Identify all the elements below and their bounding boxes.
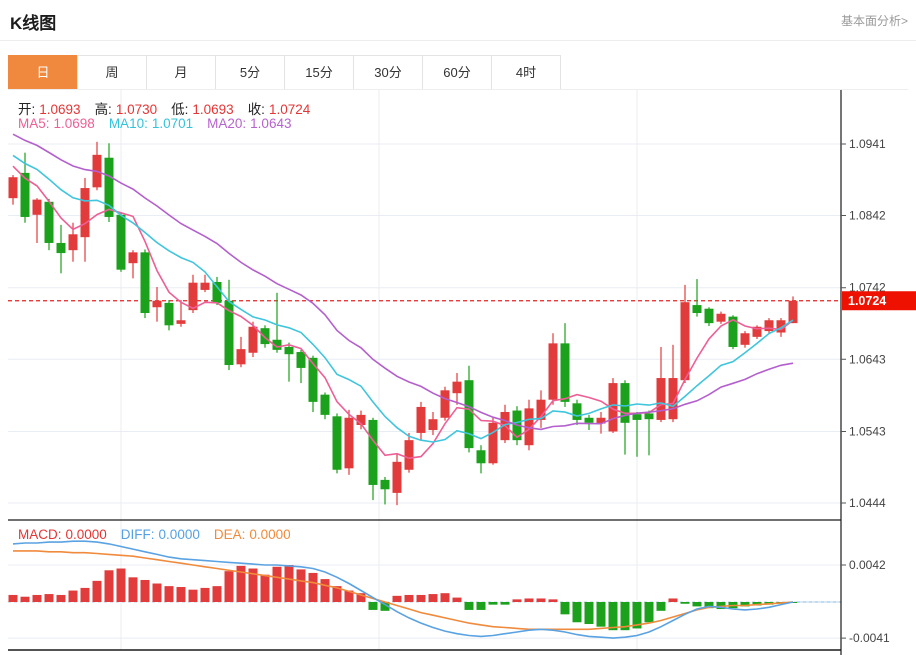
page-header: K线图 基本面分析> (0, 0, 916, 41)
macd-histogram (8, 565, 798, 631)
ma10-label: MA10: (108, 116, 148, 131)
diff-value: 0.0000 (158, 527, 200, 542)
dea-label: DEA: (213, 527, 246, 542)
high-value: 1.0730 (115, 102, 158, 117)
ma20-value: 1.0643 (250, 116, 292, 131)
diff-label: DIFF: (120, 527, 155, 542)
svg-text:-0.0041: -0.0041 (849, 631, 890, 645)
tab-0-timeframe[interactable]: 日 (8, 55, 78, 90)
low-value: 1.0693 (192, 102, 234, 117)
svg-text:0.0042: 0.0042 (849, 558, 886, 572)
price-axis-labels: 1.09411.08421.07421.06431.05431.0444 (841, 137, 886, 510)
ma5-label: MA5: (18, 116, 50, 131)
svg-text:1.0543: 1.0543 (849, 424, 886, 438)
candles (8, 141, 798, 506)
ma10-value: 1.0701 (151, 116, 194, 131)
macd-label: MACD: (18, 527, 62, 542)
ma-legend: MA5: 1.0698 MA10: 1.0701 MA20: 1.0643 (18, 116, 295, 131)
open-label: 开: (18, 102, 36, 117)
ma5-value: 1.0698 (53, 116, 95, 131)
svg-text:1.0941: 1.0941 (849, 137, 886, 151)
tab-4-timeframe[interactable]: 15分 (284, 55, 354, 90)
fundamental-analysis-link[interactable]: 基本面分析> (841, 12, 908, 29)
tab-7-timeframe[interactable]: 4时 (491, 55, 561, 90)
chart-canvas: 1.09411.08421.07421.06431.05431.04440.00… (8, 90, 916, 655)
svg-text:1.0643: 1.0643 (849, 352, 886, 366)
page-title: K线图 (10, 14, 57, 33)
kline-chart[interactable]: 1.0941 1.0842 1.0742 1.0643 1.0543 1.0444 0.00… (0, 90, 916, 655)
macd-value: 0.0000 (65, 527, 107, 542)
low-label: 低: (171, 102, 189, 117)
tab-1-timeframe[interactable]: 周 (77, 55, 147, 90)
svg-text:1.0444: 1.0444 (849, 496, 886, 510)
open-value: 1.0693 (39, 102, 81, 117)
dea-value: 0.0000 (249, 527, 291, 542)
tab-2-timeframe[interactable]: 月 (146, 55, 216, 90)
high-label: 高: (94, 102, 112, 117)
tab-5-timeframe[interactable]: 30分 (353, 55, 423, 90)
macd-axis-labels: 0.0042 -0.0041 (841, 558, 890, 645)
tab-3-timeframe[interactable]: 5分 (215, 55, 285, 90)
svg-text:1.0724: 1.0724 (848, 294, 886, 308)
close-label: 收: (247, 102, 265, 117)
current-price-badge: 1.0724 (842, 291, 916, 311)
close-value: 1.0724 (268, 102, 311, 117)
ohlc-legend: 开: 1.0693 高: 1.0730 低: 1.0693 收: 1.0724 (18, 98, 314, 118)
svg-text:1.0842: 1.0842 (849, 209, 886, 223)
timeframe-tabs: 日周月 5分 15分 30分 60分 4时 (8, 55, 561, 90)
ma20-label: MA20: (207, 116, 247, 131)
macd-legend: MACD: 0.0000 DIFF: 0.0000 DEA: 0.0000 (18, 527, 295, 542)
tab-6-timeframe[interactable]: 60分 (422, 55, 492, 90)
